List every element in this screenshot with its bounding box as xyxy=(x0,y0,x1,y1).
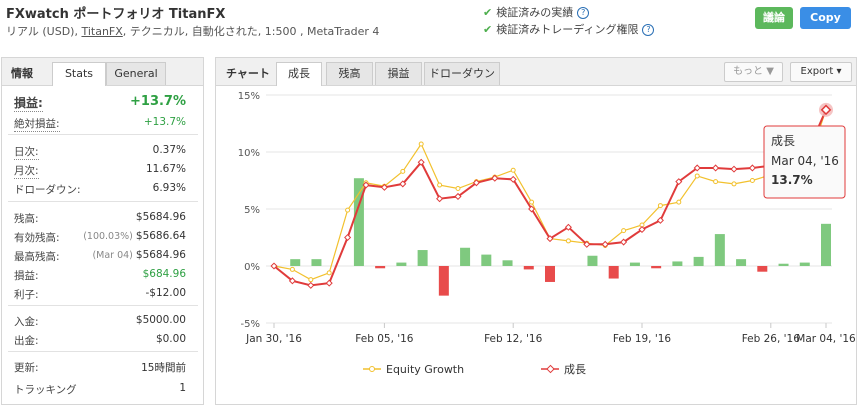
daily-label[interactable]: 日次: xyxy=(14,144,39,160)
info-label: 情報 xyxy=(11,67,33,80)
verified-trading-label: 検証済みトレーディング権限 xyxy=(496,23,639,36)
tab-drawdown[interactable]: ドローダウン xyxy=(424,62,500,85)
highest-date: (Mar 04) xyxy=(92,250,133,261)
drawdown-label: ドローダウン: xyxy=(14,184,81,196)
tab-profit[interactable]: 損益 xyxy=(375,62,422,85)
profit-value: $684.96 xyxy=(142,268,186,280)
stats-tabbar: 情報 Stats General xyxy=(2,58,203,86)
more-button[interactable]: もっと ▼ xyxy=(724,62,783,82)
equity-label: 有効残高: xyxy=(14,232,60,244)
stats-panel: 情報 Stats General 損益: +13.7% 絶対損益: +13.7%… xyxy=(1,57,204,405)
tab-stats[interactable]: Stats xyxy=(52,62,106,86)
discuss-button[interactable]: 議論 xyxy=(755,7,793,29)
drawdown-value: 6.93% xyxy=(152,182,186,194)
verified-trading-privileges: ✔ 検証済みトレーディング権限? xyxy=(483,21,655,37)
page-title: FXwatch ポートフォリオ TitanFX xyxy=(6,7,226,22)
tracking-label: トラッキング xyxy=(14,384,77,396)
divider xyxy=(8,351,198,352)
abs-gain-label[interactable]: 絶対損益: xyxy=(14,116,60,132)
updated-value: 15時間前 xyxy=(141,362,186,374)
interest-value: -$12.00 xyxy=(145,287,186,299)
monthly-value: 11.67% xyxy=(145,163,186,175)
subtitle-suffix: , テクニカル, 自動化された, 1:500 , MetaTrader 4 xyxy=(122,25,380,38)
deposits-value: $5000.00 xyxy=(135,314,186,326)
highest-value: $5684.96 xyxy=(135,249,186,261)
tracking-value: 1 xyxy=(179,382,186,394)
chevron-down-icon: ▾ xyxy=(833,66,842,77)
chart-panel: チャート 成長 残高 損益 ドローダウン もっと ▼ Export ▾ xyxy=(215,57,857,405)
balance-label: 残高: xyxy=(14,213,39,225)
deposits-label: 入金: xyxy=(14,316,39,328)
equity-value-group: (100.03%) $5686.64 xyxy=(83,230,186,242)
help-icon[interactable]: ? xyxy=(577,7,590,19)
divider xyxy=(8,305,198,306)
check-icon: ✔ xyxy=(483,6,493,19)
equity-value: $5686.64 xyxy=(135,230,186,242)
profit-label: 損益: xyxy=(14,270,39,282)
withdrawals-value: $0.00 xyxy=(155,333,186,345)
daily-value: 0.37% xyxy=(152,144,186,156)
check-icon: ✔ xyxy=(483,23,493,36)
verified-track-label: 検証済みの実績 xyxy=(496,6,574,19)
tab-growth[interactable]: 成長 xyxy=(276,62,322,86)
interest-label: 利子: xyxy=(14,289,39,301)
tab-general[interactable]: General xyxy=(106,62,166,85)
chart-label: チャート xyxy=(226,67,270,80)
balance-value: $5684.96 xyxy=(135,211,186,223)
abs-gain-value: +13.7% xyxy=(143,116,186,128)
chart-tabbar: チャート 成長 残高 損益 ドローダウン もっと ▼ Export ▾ xyxy=(216,58,856,86)
subtitle-prefix: リアル (USD), xyxy=(6,25,82,38)
copy-button[interactable]: Copy xyxy=(800,7,851,29)
monthly-label[interactable]: 月次: xyxy=(14,163,39,179)
withdrawals-label: 出金: xyxy=(14,335,39,347)
tab-balance[interactable]: 残高 xyxy=(326,62,373,85)
highest-value-group: (Mar 04) $5684.96 xyxy=(92,249,186,261)
divider xyxy=(8,134,198,135)
help-icon[interactable]: ? xyxy=(642,24,655,36)
equity-percent: (100.03%) xyxy=(83,231,133,242)
divider xyxy=(8,201,198,202)
account-subtitle: リアル (USD), TitanFX, テクニカル, 自動化された, 1:500… xyxy=(6,23,379,39)
updated-label: 更新: xyxy=(14,362,39,374)
export-button[interactable]: Export ▾ xyxy=(790,62,852,82)
gain-value: +13.7% xyxy=(130,94,186,109)
export-label: Export xyxy=(800,66,834,77)
gain-label[interactable]: 損益: xyxy=(14,94,43,112)
page-header: FXwatch ポートフォリオ TitanFX リアル (USD), Titan… xyxy=(0,0,857,52)
broker-link[interactable]: TitanFX xyxy=(81,25,122,38)
verified-track-record: ✔ 検証済みの実績? xyxy=(483,4,590,20)
highest-label: 最高残高: xyxy=(14,251,60,263)
